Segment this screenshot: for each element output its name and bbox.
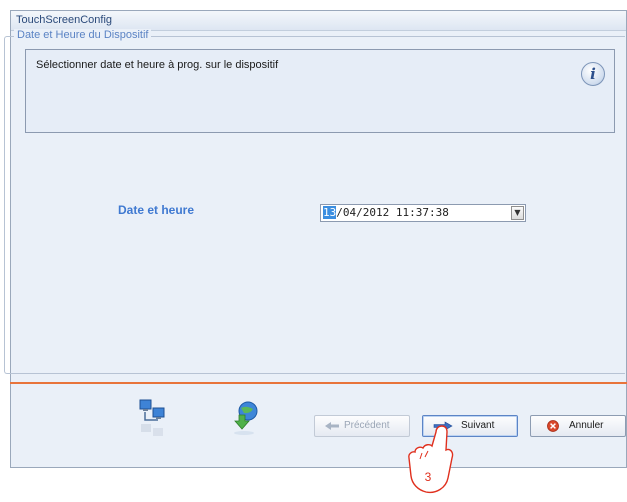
previous-button[interactable]: Précédent	[314, 415, 410, 437]
network-computers-icon[interactable]	[138, 398, 168, 438]
datetime-picker[interactable]: 13/04/2012 11:37:38 ▼	[320, 204, 526, 222]
footer-separator	[10, 382, 627, 384]
info-text: Sélectionner date et heure à prog. sur l…	[36, 59, 279, 71]
info-panel: Sélectionner date et heure à prog. sur l…	[25, 49, 615, 133]
datetime-rest[interactable]: /04/2012 11:37:38	[336, 206, 449, 219]
previous-button-label: Précédent	[344, 420, 390, 431]
callout-number: 3	[424, 470, 432, 484]
datetime-label: Date et heure	[118, 203, 195, 217]
day-segment-selected[interactable]: 13	[323, 206, 337, 219]
cancel-button-label: Annuler	[569, 420, 604, 431]
group-legend: Date et Heure du Dispositif	[14, 29, 152, 41]
datetime-value[interactable]: 13/04/2012 11:37:38	[323, 206, 449, 219]
dropdown-arrow-icon[interactable]: ▼	[511, 206, 524, 220]
window-title: TouchScreenConfig	[16, 14, 113, 26]
cancel-icon	[547, 420, 559, 432]
hand-pointer-icon	[408, 425, 454, 494]
next-button-label: Suivant	[461, 420, 495, 431]
arrow-left-icon	[325, 422, 339, 430]
cancel-button[interactable]: Annuler	[530, 415, 626, 437]
title-bar: TouchScreenConfig	[11, 11, 626, 31]
info-icon[interactable]: i	[581, 62, 605, 86]
globe-download-icon[interactable]	[231, 400, 261, 436]
